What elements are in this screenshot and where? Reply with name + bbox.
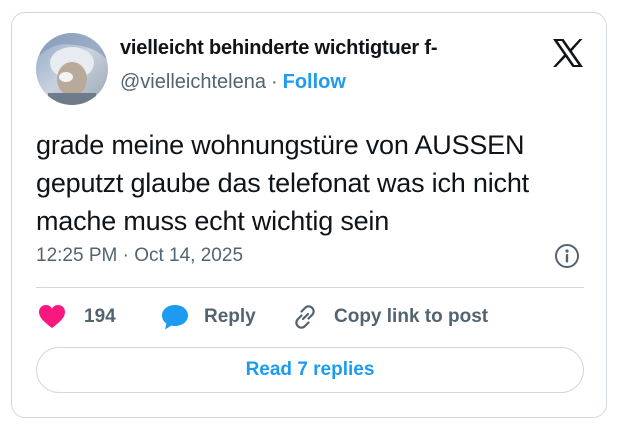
x-logo-icon[interactable] [552, 38, 584, 68]
reply-button[interactable]: Reply [160, 301, 256, 333]
like-count: 194 [84, 306, 116, 327]
reply-bubble-icon [162, 305, 188, 330]
author-display-name[interactable]: vielleicht behinderte wichtigtuer f- [120, 37, 437, 60]
info-icon[interactable] [554, 243, 580, 269]
like-button[interactable]: 194 [38, 301, 116, 333]
action-bar: 194 Reply Copy link to post [36, 301, 596, 333]
reply-label: Reply [204, 306, 256, 327]
read-replies-button[interactable]: Read 7 replies [36, 347, 584, 393]
tweet-text: grade meine wohnungstüre von AUSSEN gepu… [36, 130, 529, 236]
tweet-card: vielleicht behinderte wichtigtuer f- @vi… [11, 12, 607, 418]
divider [36, 287, 584, 288]
author-handle-row: @vielleichtelena · Follow [120, 71, 346, 94]
link-icon [295, 305, 315, 329]
author-handle[interactable]: @vielleichtelena [120, 71, 266, 93]
avatar[interactable] [36, 33, 108, 105]
separator-dot: · [270, 71, 278, 93]
heart-icon [39, 305, 65, 328]
tweet-timestamp[interactable]: 12:25 PM · Oct 14, 2025 [36, 245, 243, 267]
avatar-image [36, 33, 108, 105]
follow-button[interactable]: Follow [283, 71, 346, 93]
copy-link-label: Copy link to post [334, 306, 489, 327]
copy-link-button[interactable]: Copy link to post [290, 301, 488, 333]
